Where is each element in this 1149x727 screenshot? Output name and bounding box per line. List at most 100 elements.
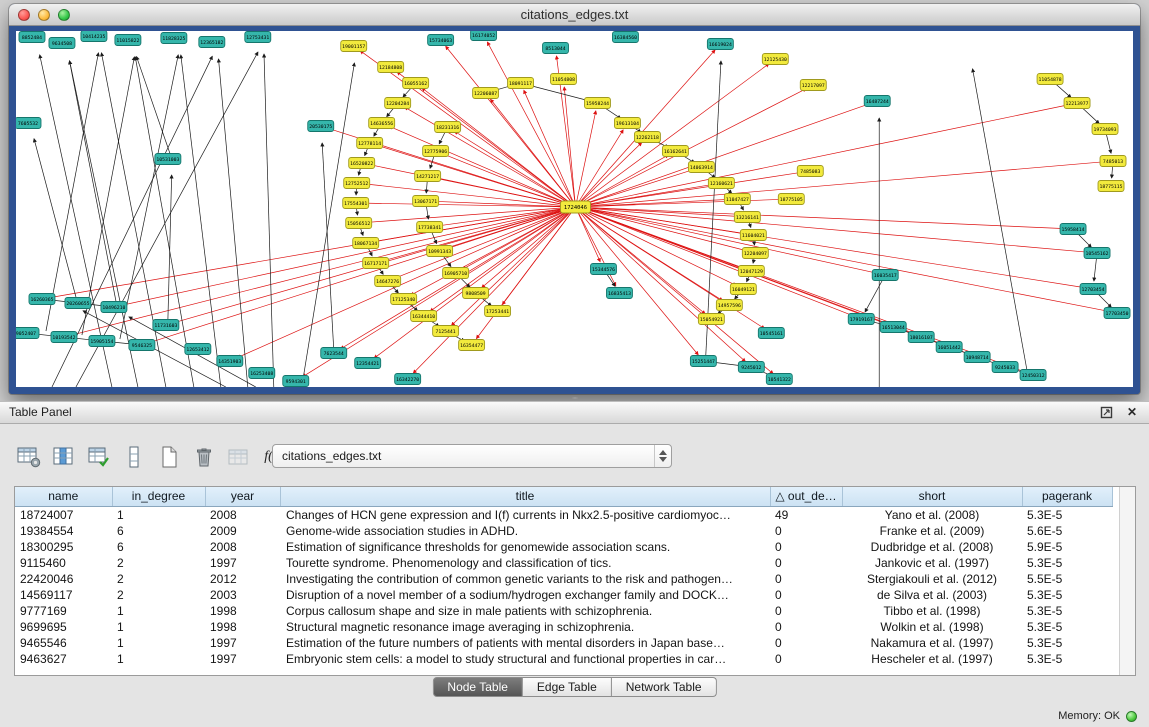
network-edge[interactable] xyxy=(575,207,853,316)
network-node[interactable]: 18231316 xyxy=(435,122,461,133)
table-row[interactable]: 969969511998Structural magnetic resonanc… xyxy=(15,619,1112,635)
network-node[interactable]: 12206087 xyxy=(473,88,499,99)
network-node[interactable]: 10531003 xyxy=(155,154,181,165)
network-node[interactable]: 12653412 xyxy=(185,344,211,355)
network-node[interactable]: 9594301 xyxy=(283,376,309,387)
cell-in_degree[interactable]: 1 xyxy=(112,506,205,523)
cell-pagerank[interactable]: 5.3E-5 xyxy=(1022,603,1112,619)
network-node[interactable]: 17125340 xyxy=(391,294,417,305)
cell-name[interactable]: 18300295 xyxy=(15,539,112,555)
network-node[interactable]: 17919167 xyxy=(848,314,874,325)
network-node[interactable]: 16260365 xyxy=(29,294,55,305)
network-node[interactable]: 11054808 xyxy=(551,74,577,85)
network-node[interactable]: 10991343 xyxy=(427,246,453,257)
cell-year[interactable]: 2003 xyxy=(205,587,280,603)
table-row[interactable]: 946554611997Estimation of the future num… xyxy=(15,635,1112,651)
cell-title[interactable]: Estimation of significance thresholds fo… xyxy=(280,539,770,555)
cell-year[interactable]: 1998 xyxy=(205,619,280,635)
network-node[interactable]: 10948714 xyxy=(964,352,990,363)
network-node[interactable]: 16344410 xyxy=(411,311,437,322)
network-node[interactable]: 8852484 xyxy=(19,32,45,43)
network-node[interactable]: 18067134 xyxy=(353,238,379,249)
network-node[interactable]: 14636556 xyxy=(369,118,395,129)
column-icon[interactable] xyxy=(121,444,147,470)
cell-name[interactable]: 19384554 xyxy=(15,523,112,539)
network-node[interactable]: 16055162 xyxy=(403,78,429,89)
cell-pagerank[interactable]: 5.6E-5 xyxy=(1022,523,1112,539)
network-node[interactable]: 11731603 xyxy=(153,320,179,331)
network-hub-node[interactable]: 1724046 xyxy=(561,201,591,213)
network-node[interactable]: 14271217 xyxy=(415,171,441,182)
network-edge[interactable] xyxy=(219,59,248,387)
table-select-combobox[interactable]: citations_edges.txt xyxy=(272,444,672,468)
table-row[interactable]: 1938455462009Genome-wide association stu… xyxy=(15,523,1112,539)
table-row[interactable]: 977716911998Corpus callosum shape and si… xyxy=(15,603,1112,619)
network-node[interactable]: 15251447 xyxy=(690,356,716,367)
network-edge[interactable] xyxy=(264,54,274,387)
network-node[interactable]: 14351903 xyxy=(217,356,243,367)
cell-out_de[interactable]: 49 xyxy=(770,506,842,523)
table-row[interactable]: 911546021997Tourette syndrome. Phenomeno… xyxy=(15,555,1112,571)
network-node[interactable]: 16253408 xyxy=(249,368,275,379)
cell-name[interactable]: 14569117 xyxy=(15,587,112,603)
network-node[interactable]: 12160621 xyxy=(708,178,734,189)
network-node[interactable]: 19001157 xyxy=(341,41,367,52)
network-edge[interactable] xyxy=(69,61,115,301)
tab-network-table[interactable]: Network Table xyxy=(612,677,717,697)
network-node[interactable]: 12184808 xyxy=(378,62,404,73)
cell-name[interactable]: 9463627 xyxy=(15,651,112,667)
network-edge[interactable] xyxy=(50,207,576,298)
network-node[interactable]: 9245012 xyxy=(738,362,764,373)
table-row[interactable]: 1872400712008Changes of HCN gene express… xyxy=(15,506,1112,523)
cell-year[interactable]: 2008 xyxy=(205,539,280,555)
network-node[interactable]: 20260655 xyxy=(65,298,91,309)
network-node[interactable]: 16513044 xyxy=(880,322,906,333)
network-node[interactable]: 16619024 xyxy=(707,39,733,50)
cell-pagerank[interactable]: 5.3E-5 xyxy=(1022,635,1112,651)
cell-out_de[interactable]: 0 xyxy=(770,603,842,619)
network-edge[interactable] xyxy=(575,50,715,207)
import-table-icon[interactable] xyxy=(226,444,252,470)
network-node[interactable]: 9052407 xyxy=(16,328,39,339)
network-node[interactable]: 9245033 xyxy=(992,362,1018,373)
tab-edge-table[interactable]: Edge Table xyxy=(523,677,612,697)
cell-title[interactable]: Investigating the contribution of common… xyxy=(280,571,770,587)
network-node[interactable]: 12778114 xyxy=(357,138,383,149)
cell-out_de[interactable]: 0 xyxy=(770,571,842,587)
cell-pagerank[interactable]: 5.3E-5 xyxy=(1022,555,1112,571)
network-node[interactable]: 10545162 xyxy=(1084,248,1110,259)
network-node[interactable]: 18775115 xyxy=(1098,181,1124,192)
network-node[interactable]: 12262118 xyxy=(634,132,660,143)
cell-out_de[interactable]: 0 xyxy=(770,619,842,635)
network-node[interactable]: 14063914 xyxy=(688,162,714,173)
cell-title[interactable]: Disruption of a novel member of a sodium… xyxy=(280,587,770,603)
network-node[interactable]: 15056512 xyxy=(346,218,372,229)
cell-year[interactable]: 2008 xyxy=(205,506,280,523)
network-node[interactable]: 18016107 xyxy=(908,332,934,343)
network-window-titlebar[interactable]: citations_edges.txt xyxy=(9,4,1140,26)
cell-short[interactable]: Franke et al. (2009) xyxy=(842,523,1022,539)
cell-short[interactable]: Hescheler et al. (1997) xyxy=(842,651,1022,667)
network-node[interactable]: 10545161 xyxy=(758,328,784,339)
cell-out_de[interactable]: 0 xyxy=(770,523,842,539)
network-node[interactable]: 16049121 xyxy=(730,284,756,295)
cell-in_degree[interactable]: 1 xyxy=(112,651,205,667)
network-edge[interactable] xyxy=(120,55,178,339)
network-node[interactable]: 12047129 xyxy=(738,266,764,277)
network-edge[interactable] xyxy=(575,111,595,207)
cell-name[interactable]: 18724007 xyxy=(15,506,112,523)
cell-short[interactable]: Yano et al. (2008) xyxy=(842,506,1022,523)
cell-in_degree[interactable]: 6 xyxy=(112,539,205,555)
cell-pagerank[interactable]: 5.3E-5 xyxy=(1022,619,1112,635)
cell-out_de[interactable]: 0 xyxy=(770,587,842,603)
network-node[interactable]: 16835413 xyxy=(606,288,632,299)
network-node[interactable]: 15958414 xyxy=(1060,224,1086,235)
network-node[interactable]: 16354477 xyxy=(459,340,485,351)
zoom-window-button[interactable] xyxy=(58,9,70,21)
close-window-button[interactable] xyxy=(18,9,30,21)
cell-short[interactable]: Dudbridge et al. (2008) xyxy=(842,539,1022,555)
column-header-name[interactable]: name xyxy=(15,487,112,506)
network-node[interactable]: 12217097 xyxy=(800,80,826,91)
cell-title[interactable]: Estimation of the future numbers of pati… xyxy=(280,635,770,651)
cell-year[interactable]: 1997 xyxy=(205,555,280,571)
